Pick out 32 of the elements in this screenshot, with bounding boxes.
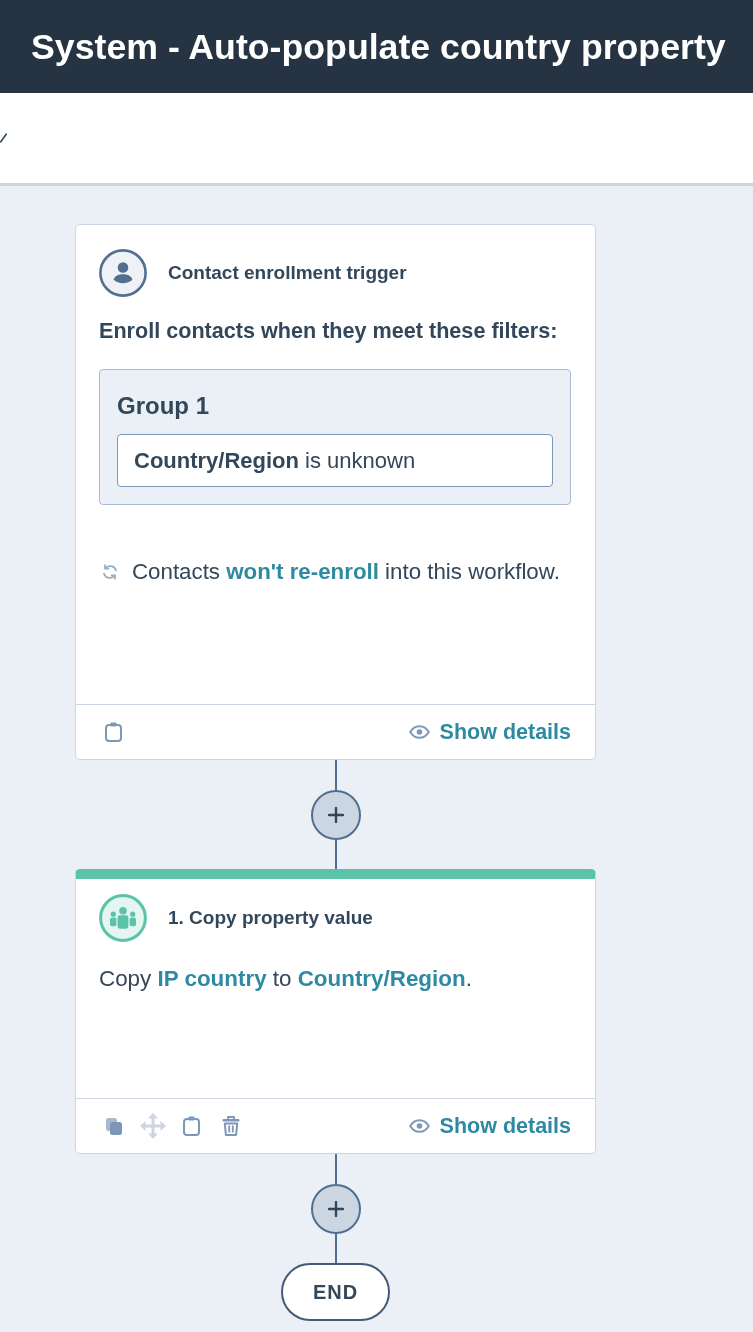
node-title: 1. Copy property value	[168, 906, 373, 930]
connector-line	[334, 1234, 337, 1263]
plus-icon	[327, 1201, 344, 1217]
eye-icon	[408, 1119, 430, 1133]
show-details-button[interactable]: Show details	[408, 1113, 571, 1139]
connector-line	[334, 760, 337, 790]
node-title: Contact enrollment trigger	[168, 261, 407, 285]
trash-icon[interactable]	[222, 1116, 240, 1136]
reenroll-note: Contacts won't re-enroll into this workflow.	[132, 559, 560, 585]
connector-line	[334, 840, 337, 869]
end-node: END	[281, 1263, 390, 1321]
filter-condition[interactable]: Country/Region is unknown	[117, 434, 553, 487]
add-step-button[interactable]	[310, 790, 361, 840]
add-step-button[interactable]	[310, 1184, 361, 1234]
reenroll-link[interactable]: won't re-enroll	[226, 559, 379, 584]
copy-icon[interactable]	[105, 1116, 123, 1136]
connector-line	[334, 1154, 337, 1184]
show-details-button[interactable]: Show details	[408, 719, 571, 745]
property-link[interactable]: IP country	[157, 966, 267, 991]
plus-icon	[327, 807, 344, 823]
group-title: Group 1	[117, 392, 210, 420]
people-icon	[99, 894, 147, 942]
chevron-icon[interactable]	[0, 133, 7, 143]
clipboard-icon[interactable]	[183, 1116, 200, 1136]
filter-description: Enroll contacts when they meet these filters:	[99, 319, 559, 343]
eye-icon	[408, 725, 430, 739]
property-link[interactable]: Country/Region	[297, 966, 466, 991]
person-icon	[99, 249, 147, 297]
action-summary: Copy IP country to Country/Region.	[99, 966, 473, 992]
refresh-icon	[102, 564, 118, 580]
workflow-title: System - Auto-populate country property	[31, 25, 726, 68]
clipboard-icon[interactable]	[105, 722, 122, 742]
